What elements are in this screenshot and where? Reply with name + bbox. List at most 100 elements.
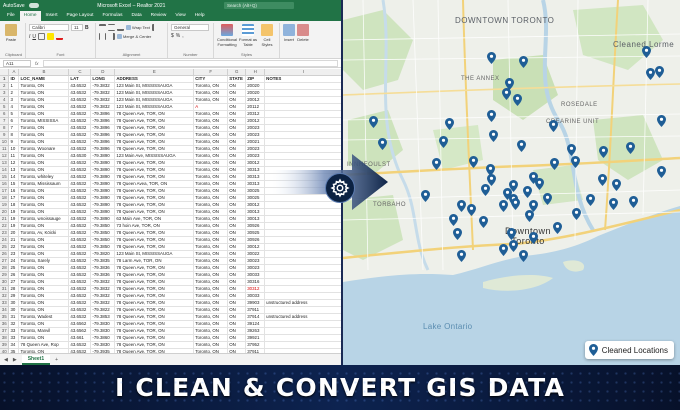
column-header-h[interactable]: H [245,69,266,77]
table-cell[interactable]: Toronto, ON [193,271,229,280]
table-cell[interactable]: ON [227,194,247,203]
table-cell[interactable]: Toronto, ON [193,327,229,336]
table-cell[interactable]: 29 [8,292,20,301]
table-cell[interactable]: 26 [8,271,20,280]
table-cell[interactable]: -79.3850 [90,222,116,231]
table-cell[interactable]: 78 Queen Ave, TOR, ON [114,187,195,196]
table-cell[interactable]: 123 Main St, MISSISSAUGA [114,250,195,259]
table-cell[interactable]: 43.6532 [68,215,92,224]
header-cell[interactable]: CITY [193,75,229,84]
table-cell[interactable]: Toronto, ON [18,250,70,259]
table-cell[interactable]: 43.6532 [68,292,92,301]
table-cell[interactable]: 78 Queen Ave, TOR, ON [114,159,195,168]
row-number[interactable]: 9 [0,131,10,140]
align-middle-icon[interactable] [108,24,115,31]
align-left-icon[interactable] [151,24,159,31]
table-cell[interactable]: -79.3890 [90,208,116,217]
table-cell[interactable]: 78 Queen Ave, TOR, ON [114,166,195,175]
table-cell[interactable]: ON [227,313,247,322]
table-cell[interactable]: -79.3832 [90,278,116,287]
table-cell[interactable]: 43.6532 [68,201,92,210]
table-cell[interactable]: 43.6532 [68,145,92,154]
row-number[interactable]: 14 [0,166,10,175]
location-pin-icon[interactable] [506,228,516,240]
table-cell[interactable]: 78 Queen Ave, TOR, ON [114,327,195,336]
location-pin-icon[interactable] [585,194,595,206]
table-cell[interactable]: ON [227,96,247,105]
table-cell[interactable]: Toronto, ON [193,306,229,315]
table-cell[interactable]: unstructured address [264,313,341,322]
table-cell[interactable]: Toronto, whiteley [18,173,70,182]
table-cell[interactable]: 39903 [245,299,266,308]
table-cell[interactable]: 20023 [245,124,266,133]
table-cell[interactable]: -79.3832 [90,103,116,112]
table-cell[interactable]: Toronto, ON [193,285,229,294]
row-number[interactable]: 16 [0,180,10,189]
location-pin-icon[interactable] [486,52,496,64]
table-cell[interactable]: -79.3850 [90,229,116,238]
location-pin-icon[interactable] [522,186,532,198]
row-number[interactable]: 15 [0,173,10,182]
table-cell[interactable]: Toronto, ON [18,103,70,112]
row-number[interactable]: 1 [0,75,10,84]
location-pin-icon[interactable] [645,68,655,80]
location-pin-icon[interactable] [488,130,498,142]
table-cell[interactable]: Toronto, ON [18,264,70,273]
table-cell[interactable]: 20021 [245,138,266,147]
table-cell[interactable]: Toronto, ON [193,82,229,91]
table-cell[interactable]: 78 Queen Ave, TOR, ON [114,131,195,140]
table-cell[interactable]: 43.6532 [68,103,92,112]
table-cell[interactable]: Toronto, ON [18,243,70,252]
table-cell[interactable]: ON [227,180,247,189]
table-cell[interactable]: Toronto, Sarely [18,257,70,266]
table-cell[interactable] [264,236,341,245]
header-cell[interactable]: STATE [227,75,247,84]
table-cell[interactable]: 78 Queen Ave, TOR, ON [114,236,195,245]
table-cell[interactable] [264,96,341,105]
formula-input[interactable] [42,59,338,67]
table-cell[interactable]: 10 [8,145,20,154]
table-cell[interactable]: 30025 [245,187,266,196]
location-pin-icon[interactable] [480,184,490,196]
table-cell[interactable]: 78 Queen Ave, TOR, ON [114,145,195,154]
table-cell[interactable]: -79.3832 [90,292,116,301]
table-cell[interactable]: 78 Queen Avea, TOR, ON [114,180,195,189]
table-cell[interactable]: 14 [8,173,20,182]
row-number[interactable]: 20 [0,208,10,217]
row-number[interactable]: 6 [0,110,10,119]
number-format-select[interactable]: General [171,24,209,31]
table-cell[interactable]: ON [227,173,247,182]
table-cell[interactable]: 30 [8,299,20,308]
table-cell[interactable]: 78 Queen Ave, TOR, ON [114,173,195,182]
table-cell[interactable]: ON [227,264,247,273]
table-cell[interactable]: 43.6532 [68,124,92,133]
table-cell[interactable]: Toronto, ON [18,292,70,301]
insert-cells-button[interactable]: Insert [283,24,295,42]
table-cell[interactable]: Toronto, Av, Köicki [18,229,70,238]
table-cell[interactable]: 78 Queen Ave, TOR, ON [114,292,195,301]
location-pin-icon[interactable] [656,166,666,178]
table-cell[interactable] [264,89,341,98]
table-cell[interactable]: 30313 [245,166,266,175]
location-pin-icon[interactable] [534,178,544,190]
font-name-select[interactable]: Calibri [29,24,69,31]
table-cell[interactable] [264,222,341,231]
scroll-right-icon[interactable]: ▶ [13,357,17,363]
table-cell[interactable]: 16 [8,187,20,196]
table-cell[interactable]: 43.6532 [68,180,92,189]
table-cell[interactable]: 43.6532 [68,285,92,294]
table-cell[interactable]: 30925 [245,229,266,238]
table-cell[interactable]: 43.6532 [68,138,92,147]
row-number[interactable]: 7 [0,117,10,126]
table-cell[interactable]: 39124 [245,320,266,329]
location-pin-icon[interactable] [456,250,466,262]
align-bottom-icon[interactable] [117,24,124,31]
table-cell[interactable]: 43.6532 [68,306,92,315]
table-cell[interactable]: -79.3836 [90,271,116,280]
location-pin-icon[interactable] [598,146,608,158]
table-cell[interactable]: Toronto, ON [18,236,70,245]
table-cell[interactable]: Toronto, ON [193,180,229,189]
header-cell[interactable]: ID [8,75,20,84]
table-cell[interactable]: Toronto, ON [193,257,229,266]
location-pin-icon[interactable] [552,222,562,234]
